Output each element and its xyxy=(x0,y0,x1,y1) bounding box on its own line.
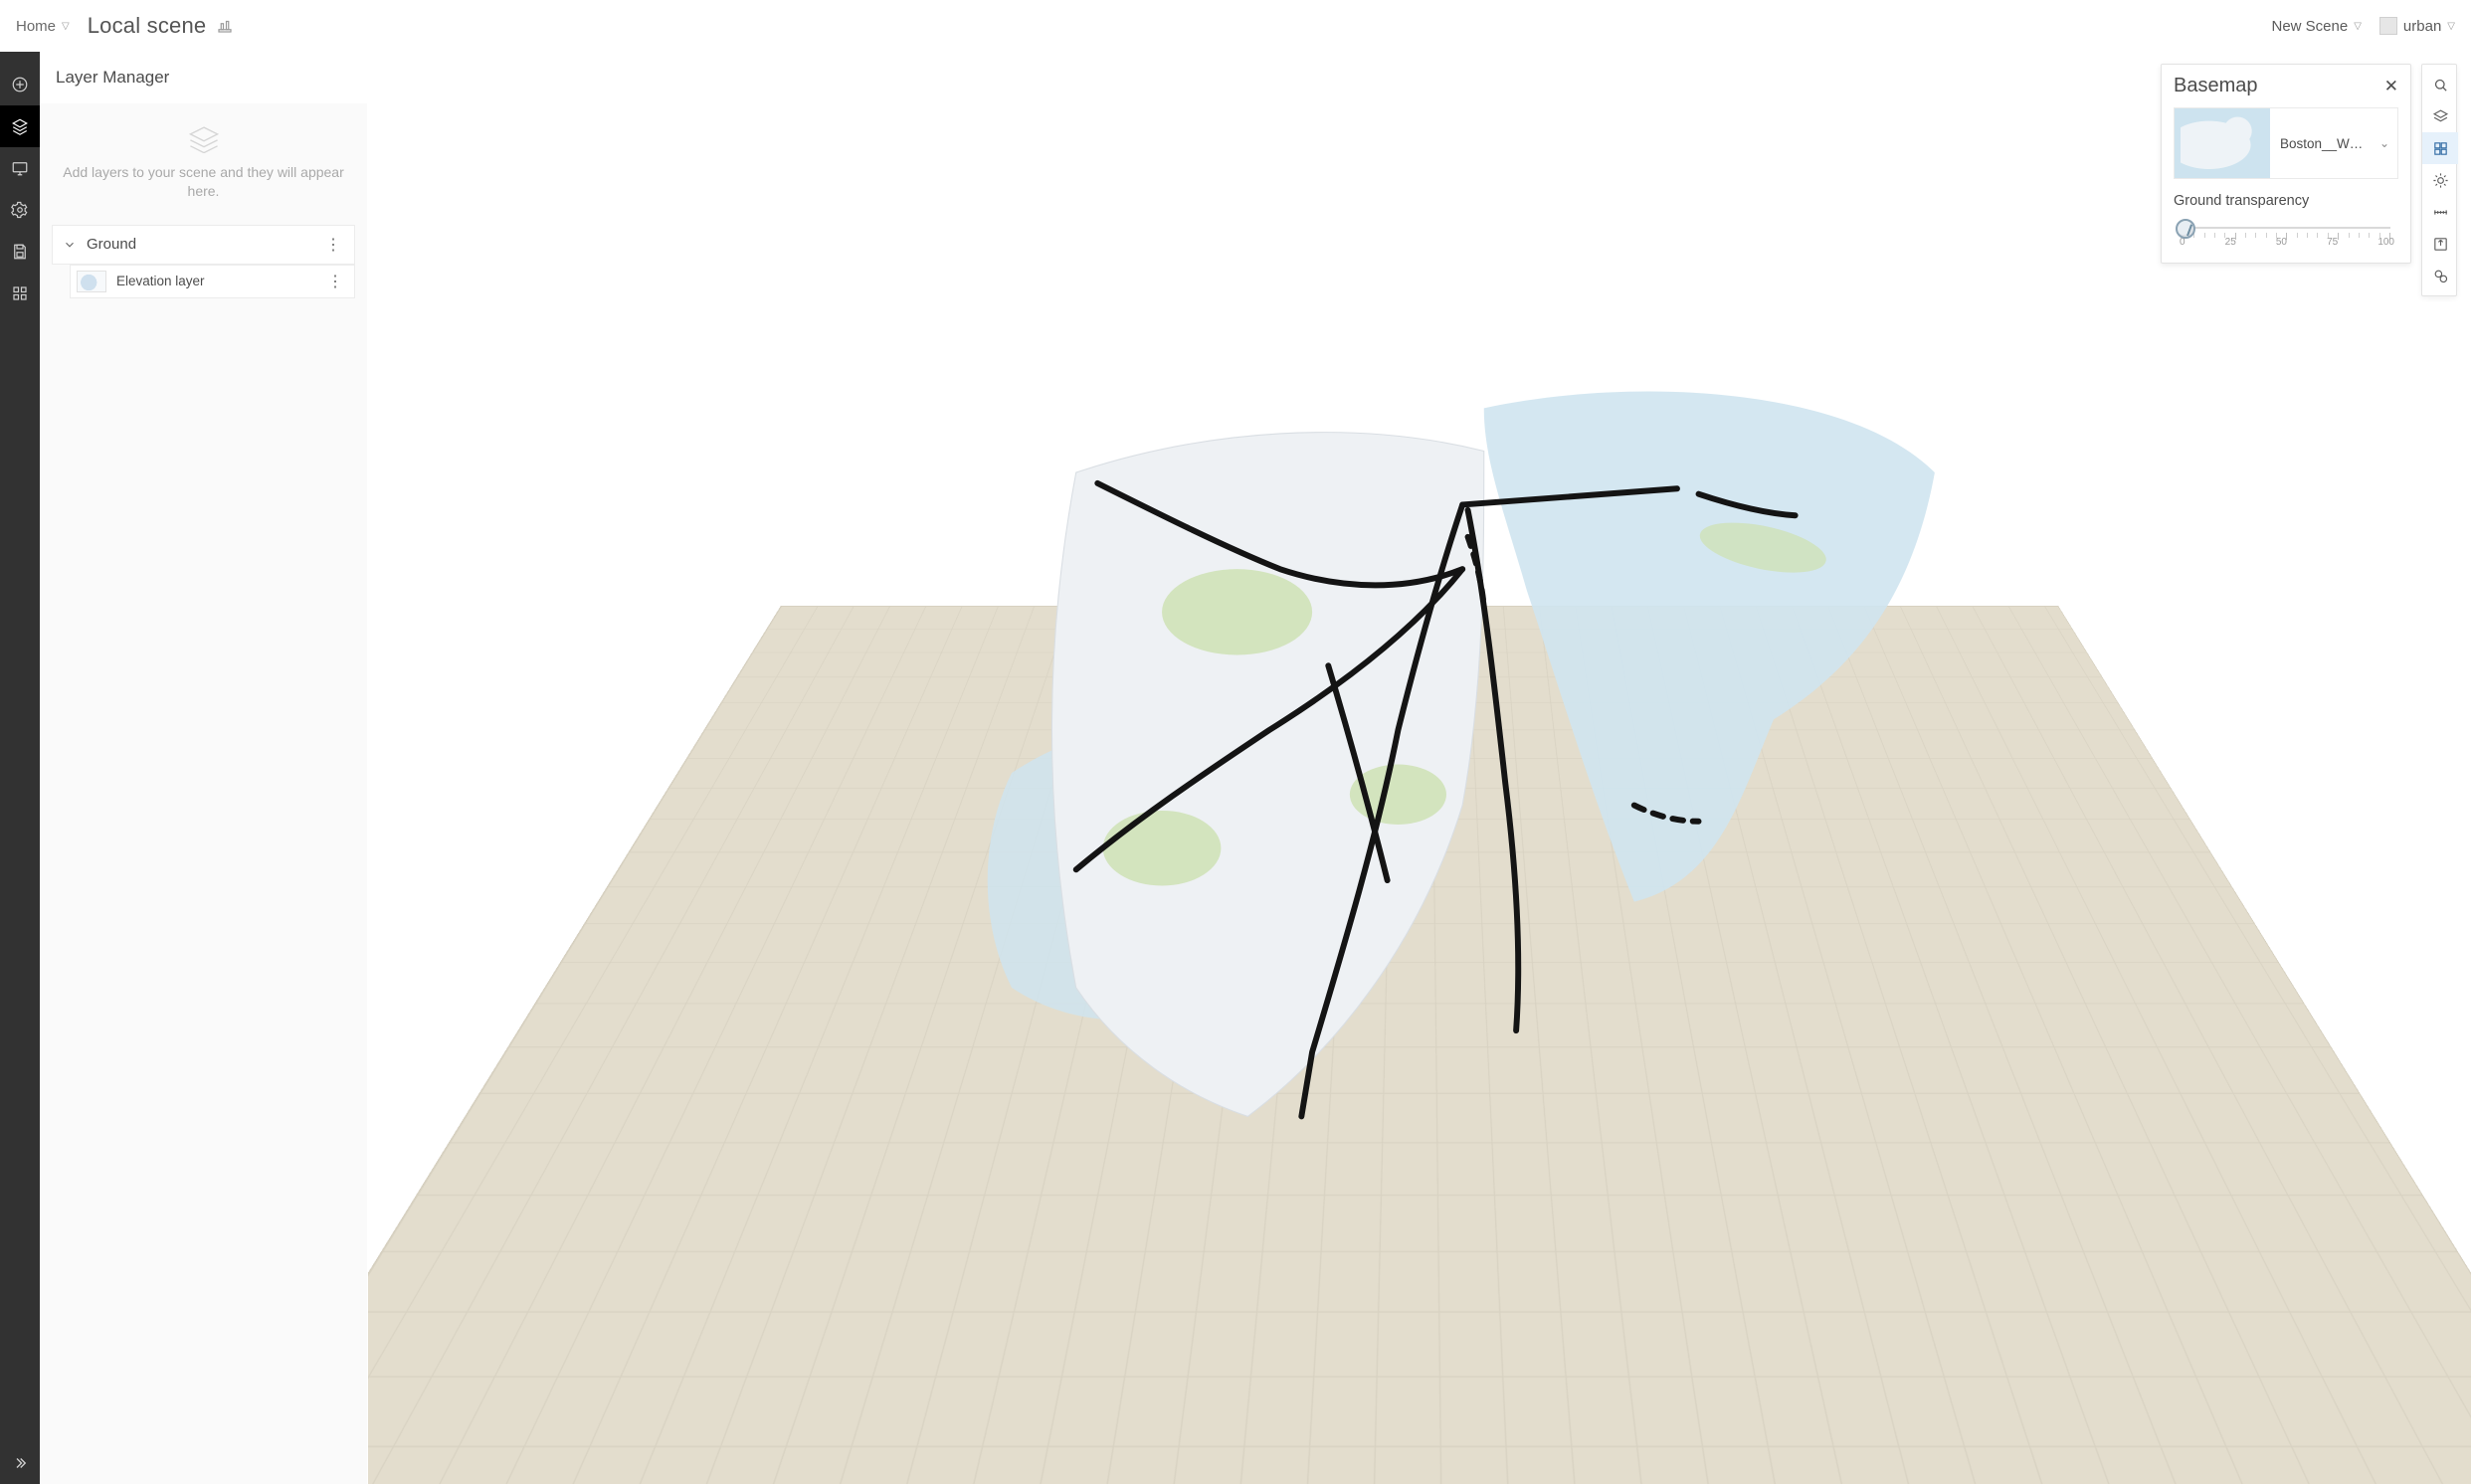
main: Layer Manager Add layers to your scene a… xyxy=(0,52,2471,1484)
new-scene-label: New Scene xyxy=(2272,18,2349,35)
empty-layers-text: Add layers to your scene and they will a… xyxy=(60,163,347,201)
chevron-down-icon: ▽ xyxy=(2354,21,2362,32)
layer-label: Elevation layer xyxy=(116,274,205,288)
tool-basemap[interactable] xyxy=(2422,132,2458,164)
tool-settings[interactable] xyxy=(2422,260,2458,291)
home-menu[interactable]: Home ▽ xyxy=(16,18,70,35)
chevron-down-icon: ▽ xyxy=(62,21,70,32)
scene-title-text: Local scene xyxy=(88,13,207,39)
scene-viewport[interactable]: Basemap ✕ Boston__WM__2249_Cu ⌄ Ground t… xyxy=(368,52,2471,1484)
basemap-thumbnail xyxy=(2175,108,2270,178)
ground-transparency-label: Ground transparency xyxy=(2174,193,2398,209)
ground-group-more[interactable]: ⋮ xyxy=(322,234,344,256)
tool-share[interactable] xyxy=(2422,228,2458,260)
home-label: Home xyxy=(16,18,56,35)
slider-knob[interactable] xyxy=(2176,219,2195,239)
close-icon[interactable]: ✕ xyxy=(2384,77,2398,96)
chevron-down-icon: ⌄ xyxy=(2379,136,2389,150)
new-scene-menu[interactable]: New Scene ▽ xyxy=(2272,18,2362,35)
layer-more[interactable]: ⋮ xyxy=(324,271,346,292)
layers-outline-icon xyxy=(187,125,221,153)
right-rail xyxy=(2421,64,2457,296)
rail-save[interactable] xyxy=(0,231,40,273)
slider-track xyxy=(2184,227,2390,229)
user-menu[interactable]: urban ▽ xyxy=(2379,17,2455,35)
left-rail xyxy=(0,52,40,1484)
panel-title: Layer Manager xyxy=(40,52,367,103)
chevron-down-icon xyxy=(63,238,77,252)
ground-group-header[interactable]: Ground ⋮ xyxy=(53,226,354,264)
rail-settings[interactable] xyxy=(0,189,40,231)
rail-apps[interactable] xyxy=(0,273,40,314)
empty-layers-hint: Add layers to your scene and they will a… xyxy=(40,103,367,225)
layer-panel: Layer Manager Add layers to your scene a… xyxy=(40,52,368,1484)
ground-group-label: Ground xyxy=(87,236,136,253)
elevation-layer-row[interactable]: Elevation layer ⋮ xyxy=(70,265,355,298)
slider-tick-labels: 0 25 50 75 100 xyxy=(2180,237,2394,248)
tool-measure[interactable] xyxy=(2422,196,2458,228)
ground-plane xyxy=(368,606,2471,1484)
basemap-name: Boston__WM__2249_Cu xyxy=(2280,136,2370,151)
layer-thumbnail xyxy=(77,271,106,292)
rail-add-data[interactable] xyxy=(0,64,40,105)
topbar: Home ▽ Local scene New Scene ▽ urban ▽ xyxy=(0,0,2471,52)
ground-transparency-slider[interactable]: 0 25 50 75 100 xyxy=(2174,219,2398,249)
chevron-down-icon: ▽ xyxy=(2447,21,2455,32)
avatar xyxy=(2379,17,2397,35)
ground-group: Ground ⋮ xyxy=(52,225,355,265)
tool-search[interactable] xyxy=(2422,69,2458,100)
rail-expand[interactable] xyxy=(0,1442,40,1484)
rail-present[interactable] xyxy=(0,147,40,189)
basemap-card-title: Basemap xyxy=(2174,75,2258,97)
edit-title-icon[interactable] xyxy=(216,17,234,35)
rail-layers[interactable] xyxy=(0,105,40,147)
basemap-selector[interactable]: Boston__WM__2249_Cu ⌄ xyxy=(2174,107,2398,179)
tool-daylight[interactable] xyxy=(2422,164,2458,196)
user-name: urban xyxy=(2403,18,2441,35)
tool-layers[interactable] xyxy=(2422,100,2458,132)
basemap-card: Basemap ✕ Boston__WM__2249_Cu ⌄ Ground t… xyxy=(2161,64,2411,264)
scene-title: Local scene xyxy=(88,13,235,39)
